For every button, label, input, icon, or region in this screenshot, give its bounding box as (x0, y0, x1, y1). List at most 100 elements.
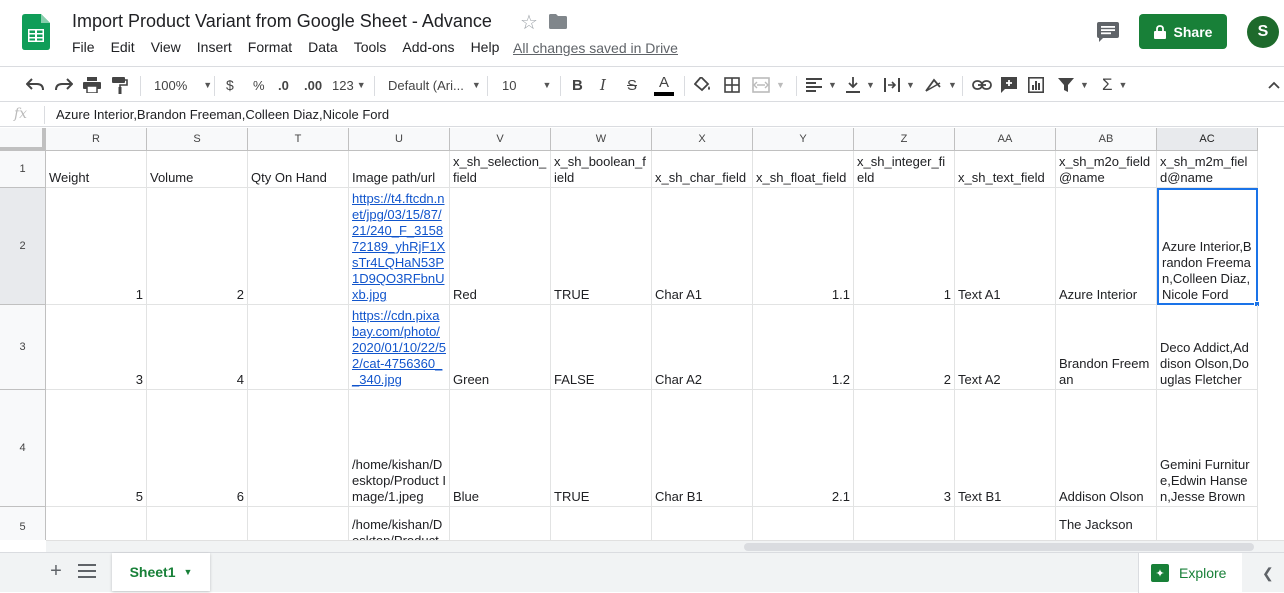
cell-s4[interactable]: 6 (147, 390, 248, 507)
currency-format-button[interactable]: $ (226, 75, 234, 95)
cell-ab2[interactable]: Azure Interior (1056, 188, 1157, 305)
menu-format[interactable]: Format (240, 39, 300, 57)
cell-ab4[interactable]: Addison Olson (1056, 390, 1157, 507)
all-sheets-icon[interactable] (78, 563, 96, 579)
cell-link[interactable]: https://cdn.pixabay.com/photo/2020/01/10… (352, 308, 446, 388)
sheet-tab-menu-icon[interactable]: ▼ (184, 567, 193, 577)
menu-tools[interactable]: Tools (346, 39, 395, 57)
account-avatar[interactable]: S (1247, 16, 1279, 48)
column-header-t[interactable]: T (248, 128, 349, 151)
column-header-s[interactable]: S (147, 128, 248, 151)
cell-y2[interactable]: 1.1 (753, 188, 854, 305)
insert-link-icon[interactable] (972, 75, 992, 95)
insert-chart-icon[interactable] (1028, 75, 1044, 95)
zoom-select[interactable]: 100% ▼ (154, 75, 212, 95)
cell-z1[interactable]: x_sh_integer_field (854, 151, 955, 188)
percent-format-button[interactable]: % (253, 75, 265, 95)
cell-y4[interactable]: 2.1 (753, 390, 854, 507)
cell-s1[interactable]: Volume (147, 151, 248, 188)
cell-s3[interactable]: 4 (147, 305, 248, 390)
column-header-x[interactable]: X (652, 128, 753, 151)
cell-ab3[interactable]: Brandon Freeman (1056, 305, 1157, 390)
horizontal-align-icon[interactable]: ▼ (806, 75, 837, 95)
vertical-align-icon[interactable]: ▼ (846, 75, 875, 95)
cell-ac4[interactable]: Gemini Furniture,Edwin Hansen,Jesse Brow… (1157, 390, 1258, 507)
horizontal-scrollbar[interactable] (46, 540, 1284, 552)
cell-y3[interactable]: 1.2 (753, 305, 854, 390)
text-color-button[interactable]: A (654, 75, 674, 97)
menu-data[interactable]: Data (300, 39, 346, 57)
print-icon[interactable] (83, 75, 101, 95)
filter-icon[interactable]: ▼ (1058, 75, 1089, 95)
cell-s5[interactable] (147, 507, 248, 540)
cell-t5[interactable] (248, 507, 349, 540)
insert-comment-icon[interactable] (1001, 75, 1017, 95)
menu-addons[interactable]: Add-ons (394, 39, 462, 57)
cell-x1[interactable]: x_sh_char_field (652, 151, 753, 188)
row-header-5[interactable]: 5 (0, 507, 46, 540)
cell-aa2[interactable]: Text A1 (955, 188, 1056, 305)
column-header-u[interactable]: U (349, 128, 450, 151)
menu-view[interactable]: View (143, 39, 189, 57)
row-header-3[interactable]: 3 (0, 305, 46, 390)
collapse-toolbar-icon[interactable] (1268, 75, 1280, 95)
select-all-corner[interactable] (0, 128, 46, 151)
column-header-aa[interactable]: AA (955, 128, 1056, 151)
cell-w4[interactable]: TRUE (551, 390, 652, 507)
column-header-z[interactable]: Z (854, 128, 955, 151)
folder-icon[interactable] (549, 14, 567, 29)
cell-ac5[interactable] (1157, 507, 1258, 540)
font-size-select[interactable]: 10 ▼ (502, 75, 551, 95)
sheet-tab-sheet1[interactable]: Sheet1 ▼ (112, 553, 210, 591)
cell-t4[interactable] (248, 390, 349, 507)
text-rotation-icon[interactable]: ▼ (924, 75, 957, 95)
row-header-4[interactable]: 4 (0, 390, 46, 507)
menu-edit[interactable]: Edit (103, 39, 143, 57)
cell-v5[interactable] (450, 507, 551, 540)
cell-z4[interactable]: 3 (854, 390, 955, 507)
cell-link[interactable]: https://t4.ftcdn.net/jpg/03/15/87/21/240… (352, 191, 446, 303)
paint-format-icon[interactable] (112, 75, 128, 95)
cell-u5[interactable]: /home/kishan/Desktop/Product (349, 507, 450, 540)
cell-v2[interactable]: Red (450, 188, 551, 305)
side-panel-toggle-icon[interactable]: ❮ (1262, 565, 1274, 582)
cell-r4[interactable]: 5 (46, 390, 147, 507)
cell-z2[interactable]: 1 (854, 188, 955, 305)
cell-aa3[interactable]: Text A2 (955, 305, 1056, 390)
row-header-1[interactable]: 1 (0, 151, 46, 188)
cell-aa4[interactable]: Text B1 (955, 390, 1056, 507)
cell-x3[interactable]: Char A2 (652, 305, 753, 390)
column-header-r[interactable]: R (46, 128, 147, 151)
menu-help[interactable]: Help (463, 39, 508, 57)
font-family-select[interactable]: Default (Ari... ▼ (388, 75, 481, 95)
undo-icon[interactable] (26, 75, 44, 95)
cell-u1[interactable]: Image path/url (349, 151, 450, 188)
cell-w1[interactable]: x_sh_boolean_field (551, 151, 652, 188)
borders-icon[interactable] (724, 75, 740, 95)
cell-v1[interactable]: x_sh_selection_field (450, 151, 551, 188)
fill-color-icon[interactable] (694, 75, 712, 95)
add-sheet-icon[interactable]: + (46, 561, 66, 581)
column-header-ab[interactable]: AB (1056, 128, 1157, 151)
cell-x4[interactable]: Char B1 (652, 390, 753, 507)
text-wrapping-icon[interactable]: ▼ (884, 75, 915, 95)
column-header-w[interactable]: W (551, 128, 652, 151)
column-header-v[interactable]: V (450, 128, 551, 151)
cell-w2[interactable]: TRUE (551, 188, 652, 305)
cell-r2[interactable]: 1 (46, 188, 147, 305)
cell-y5[interactable] (753, 507, 854, 540)
cell-t1[interactable]: Qty On Hand (248, 151, 349, 188)
column-header-ac[interactable]: AC (1157, 128, 1258, 151)
menu-file[interactable]: File (64, 39, 103, 57)
share-button[interactable]: Share (1139, 14, 1227, 49)
merge-cells-icon[interactable]: ▼ (752, 75, 785, 95)
decrease-decimal-button[interactable]: .0 (278, 75, 289, 95)
cell-x5[interactable] (652, 507, 753, 540)
increase-decimal-button[interactable]: .00 (304, 75, 322, 95)
cell-t2[interactable] (248, 188, 349, 305)
cell-r1[interactable]: Weight (46, 151, 147, 188)
cell-t3[interactable] (248, 305, 349, 390)
cell-r3[interactable]: 3 (46, 305, 147, 390)
star-icon[interactable]: ☆ (520, 10, 538, 35)
cell-s2[interactable]: 2 (147, 188, 248, 305)
